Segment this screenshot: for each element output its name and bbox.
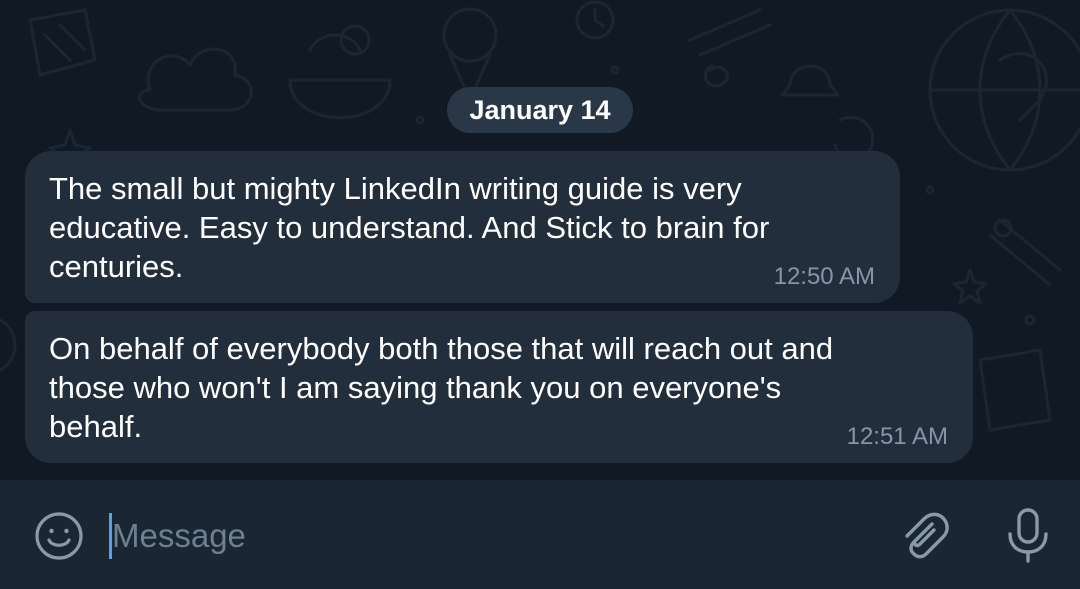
chat-history[interactable]: January 14 The small but mighty LinkedIn… xyxy=(0,0,1080,480)
message-bubble[interactable]: The small but mighty LinkedIn writing gu… xyxy=(25,151,900,303)
emoji-button[interactable] xyxy=(33,510,85,562)
message-composer xyxy=(0,480,1080,589)
voice-button[interactable] xyxy=(1000,506,1056,564)
message-bubble[interactable]: On behalf of everybody both those that w… xyxy=(25,311,973,463)
paperclip-icon xyxy=(905,512,949,559)
microphone-icon xyxy=(1008,508,1048,563)
message-text: The small but mighty LinkedIn writing gu… xyxy=(49,171,770,284)
message-text: On behalf of everybody both those that w… xyxy=(49,331,834,444)
message-input[interactable] xyxy=(112,507,812,565)
message-time: 12:51 AM xyxy=(846,423,948,450)
message-time: 12:50 AM xyxy=(773,263,875,290)
date-separator: January 14 xyxy=(447,87,633,133)
attach-button[interactable] xyxy=(896,508,952,564)
smile-icon xyxy=(35,512,83,560)
